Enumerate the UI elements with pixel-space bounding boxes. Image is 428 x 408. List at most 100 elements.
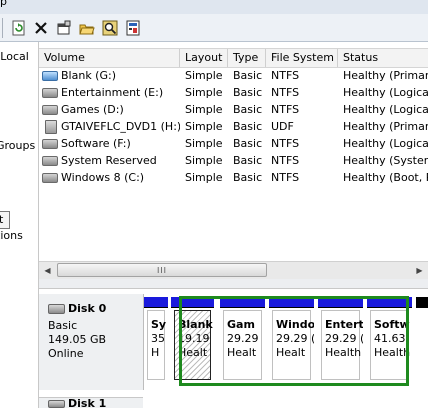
partition-color-bar xyxy=(269,297,314,308)
volume-row[interactable]: System Reserved Simple Basic NTFS Health… xyxy=(39,152,428,169)
volume-row[interactable]: Software (F:) Simple Basic NTFS Healthy … xyxy=(39,135,428,152)
window-title: p xyxy=(0,0,7,8)
partition-name: Entert xyxy=(325,318,363,331)
volume-layout: Simple xyxy=(185,103,223,116)
disk-0-info[interactable]: Disk 0 Basic 149.05 GB Online xyxy=(39,294,144,390)
scrollbar-thumb[interactable]: III xyxy=(57,263,267,277)
disk-0-type: Basic xyxy=(48,319,78,332)
properties-icon[interactable] xyxy=(55,19,73,37)
partition-blank[interactable]: Blank 19.19 Healt xyxy=(171,297,214,383)
toolbar-separator xyxy=(2,18,3,38)
disk-1-info[interactable]: Disk 1 xyxy=(39,397,143,408)
partition-body: Softw 41.63 Health xyxy=(370,310,411,380)
partition-status: Healt xyxy=(227,346,257,359)
volume-type: Basic xyxy=(233,120,263,133)
open-icon[interactable] xyxy=(78,19,96,37)
tree-item-selected-label: t xyxy=(0,213,3,226)
volume-type: Basic xyxy=(233,171,263,184)
disk-0-name: Disk 0 xyxy=(68,302,107,315)
column-header-file-system[interactable]: File System xyxy=(266,49,338,67)
partition-status: Health xyxy=(325,346,362,359)
tree-item-actions[interactable]: tions xyxy=(0,229,23,242)
settings-icon[interactable] xyxy=(124,19,142,37)
volume-row[interactable]: Blank (G:) Simple Basic NTFS Healthy (Pr… xyxy=(39,67,428,84)
volume-name: GTAIVEFLC_DVD1 (H:) xyxy=(61,120,180,133)
volume-status: Healthy (Logica xyxy=(343,86,428,99)
partition-system-reserved[interactable]: Sy 35 H xyxy=(144,297,168,383)
partition-entertainment[interactable]: Entert 29.29 ( Health xyxy=(318,297,363,383)
refresh-icon[interactable] xyxy=(10,19,28,37)
partition-software[interactable]: Softw 41.63 Health xyxy=(367,297,412,383)
volume-name: Windows 8 (C:) xyxy=(61,171,145,184)
disk-0-title: Disk 0 xyxy=(48,302,106,315)
volume-type: Basic xyxy=(233,137,263,150)
partition-status: Healt xyxy=(178,346,208,359)
partition-body: Gam 29.29 Healt xyxy=(223,310,262,380)
partition-size: 29.29 xyxy=(227,332,259,345)
volume-status: Healthy (Primar xyxy=(343,120,428,133)
disk-0-size: 149.05 GB xyxy=(48,333,107,346)
partition-name: Sy xyxy=(151,318,167,331)
volume-file-system: NTFS xyxy=(271,154,300,167)
volume-file-system: NTFS xyxy=(271,86,300,99)
volume-status: Healthy (System xyxy=(343,154,428,167)
tree-item-groups[interactable]: Groups xyxy=(0,139,35,152)
delete-icon[interactable] xyxy=(32,19,50,37)
partition-name: Gam xyxy=(227,318,255,331)
partition-color-bar xyxy=(416,297,428,308)
partition-size: 29.29 ( xyxy=(276,332,314,345)
volume-name: Entertainment (E:) xyxy=(61,86,164,99)
partition-size: 29.29 ( xyxy=(325,332,363,345)
disk-1-name: Disk 1 xyxy=(68,397,107,408)
tree-item-selected[interactable]: t xyxy=(0,211,10,229)
volume-row[interactable]: Entertainment (E:) Simple Basic NTFS Hea… xyxy=(39,84,428,101)
volume-type: Basic xyxy=(233,69,263,82)
partition-body: Windo 29.29 ( Healt xyxy=(272,310,314,380)
column-header-status[interactable]: Status xyxy=(338,49,428,67)
volume-layout: Simple xyxy=(185,120,223,133)
toolbar xyxy=(0,14,428,42)
horizontal-scrollbar[interactable]: ◀ III ▶ xyxy=(39,261,428,280)
partition-name: Softw xyxy=(374,318,410,331)
volume-row[interactable]: Windows 8 (C:) Simple Basic NTFS Healthy… xyxy=(39,169,428,186)
scroll-left-icon[interactable]: ◀ xyxy=(39,262,56,279)
disk-icon xyxy=(48,400,65,408)
partition-status: Healt xyxy=(276,346,306,359)
disk-0-state: Online xyxy=(48,347,84,360)
volume-file-system: NTFS xyxy=(271,137,300,150)
console-tree-pane: (Local Groups t tions xyxy=(0,42,39,408)
volume-list: Volume Layout Type File System Status Bl… xyxy=(39,42,428,288)
column-header-layout[interactable]: Layout xyxy=(180,49,228,67)
partition-body: Sy 35 H xyxy=(147,310,167,380)
tree-item-local[interactable]: (Local xyxy=(0,50,29,63)
partition-windows[interactable]: Windo 29.29 ( Healt xyxy=(269,297,314,383)
scroll-right-icon[interactable]: ▶ xyxy=(411,262,428,279)
volume-layout: Simple xyxy=(185,154,223,167)
pane-splitter[interactable] xyxy=(39,279,428,289)
partition-color-bar xyxy=(220,297,265,308)
volume-file-system: NTFS xyxy=(271,171,300,184)
partition-name: Blank xyxy=(178,318,213,331)
column-header-type[interactable]: Type xyxy=(228,49,266,67)
volume-name: Games (D:) xyxy=(61,103,124,116)
column-header-volume[interactable]: Volume xyxy=(39,49,180,67)
search-icon[interactable] xyxy=(101,19,119,37)
partition-games[interactable]: Gam 29.29 Healt xyxy=(220,297,265,383)
volume-name: System Reserved xyxy=(61,154,157,167)
volume-status: Healthy (Primar xyxy=(343,69,428,82)
partition-status: H xyxy=(151,346,160,359)
volume-status: Healthy (Logica xyxy=(343,103,428,116)
partition-size: 41.63 xyxy=(374,332,406,345)
volume-layout: Simple xyxy=(185,171,223,184)
volume-status: Healthy (Boot, P xyxy=(343,171,428,184)
partition-status: Health xyxy=(374,346,411,359)
volume-file-system: NTFS xyxy=(271,69,300,82)
partition-unallocated[interactable] xyxy=(416,297,428,383)
volume-layout: Simple xyxy=(185,69,223,82)
volume-row[interactable]: GTAIVEFLC_DVD1 (H:) Simple Basic UDF Hea… xyxy=(39,118,428,135)
window-title-bar: p xyxy=(0,0,428,14)
volume-type: Basic xyxy=(233,86,263,99)
partition-name: Windo xyxy=(276,318,314,331)
disk-0-partitions: Sy 35 H Blank 19.19 Healt Gam 29.29 Heal… xyxy=(144,297,428,387)
volume-row[interactable]: Games (D:) Simple Basic NTFS Healthy (Lo… xyxy=(39,101,428,118)
